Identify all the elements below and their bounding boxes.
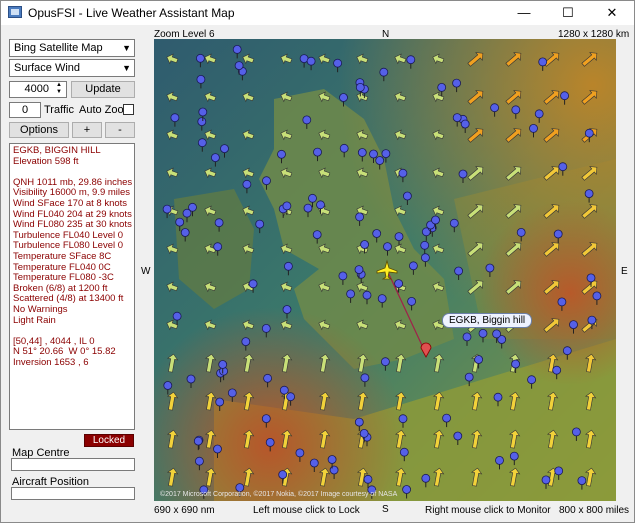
station-info-panel: EGKB, BIGGIN HILL Elevation 598 ft QNH 10… (9, 143, 135, 430)
aircraft-position-field[interactable] (11, 487, 135, 500)
info-line: Light Rain (13, 314, 56, 326)
window-title: OpusFSI - Live Weather Assistant Map (28, 6, 235, 20)
map-type-select[interactable]: Bing Satellite Map ▼ (9, 39, 135, 57)
zoom-out-button[interactable]: - (105, 122, 135, 138)
app-window: OpusFSI - Live Weather Assistant Map — ☐… (0, 0, 635, 523)
map-canvas[interactable] (154, 39, 616, 501)
airport-callout: EGKB, Biggin hill (442, 313, 533, 328)
traffic-count-field[interactable]: 0 (9, 102, 41, 118)
minimize-button[interactable]: — (502, 1, 546, 25)
east-label: E (621, 266, 628, 277)
auto-zoom-checkbox[interactable] (123, 104, 134, 115)
chevron-down-icon: ▼ (122, 63, 131, 73)
spin-arrows-icon[interactable]: ▲ ▼ (53, 82, 65, 96)
west-label: W (141, 266, 151, 277)
info-line: Wind SFace 170 at 8 knots (13, 197, 128, 209)
app-icon (8, 6, 22, 18)
title-bar: OpusFSI - Live Weather Assistant Map — ☐… (1, 1, 634, 25)
map-centre-field[interactable] (11, 458, 135, 471)
left-click-hint: Left mouse click to Lock (253, 505, 360, 516)
chevron-down-icon: ▼ (122, 43, 131, 53)
size-nm-label: 690 x 690 nm (154, 505, 215, 516)
options-button[interactable]: Options (9, 122, 69, 138)
wind-layer-select[interactable]: Surface Wind ▼ (9, 59, 135, 77)
weather-map[interactable]: ©2017 Microsoft Corporation, ©2017 Nokia… (154, 39, 616, 501)
wind-layer-value: Surface Wind (14, 62, 81, 74)
right-click-hint: Right mouse click to Monitor (425, 505, 551, 516)
update-button[interactable]: Update (71, 81, 135, 98)
info-line: Inversion 1653 , 6 (13, 356, 89, 368)
map-type-value: Bing Satellite Map (14, 42, 103, 54)
close-button[interactable]: ✕ (590, 1, 634, 25)
info-line: No Warnings (13, 303, 68, 315)
maximize-button[interactable]: ☐ (546, 1, 590, 25)
altitude-value: 4000 (24, 83, 49, 95)
traffic-count-value: 0 (21, 104, 29, 116)
traffic-label: Traffic (44, 104, 74, 116)
size-miles-label: 800 x 800 miles (559, 505, 630, 516)
zoom-in-button[interactable]: + (72, 122, 102, 138)
info-line: Elevation 598 ft (13, 155, 79, 167)
info-line: Temperature SFace 8C (13, 250, 112, 262)
map-copyright: ©2017 Microsoft Corporation, ©2017 Nokia… (160, 491, 398, 498)
info-line: EGKB, BIGGIN HILL (13, 145, 101, 156)
south-label: S (382, 504, 389, 515)
altitude-stepper[interactable]: 4000 ▲ ▼ (9, 81, 67, 98)
locked-indicator[interactable]: Locked (84, 434, 134, 447)
